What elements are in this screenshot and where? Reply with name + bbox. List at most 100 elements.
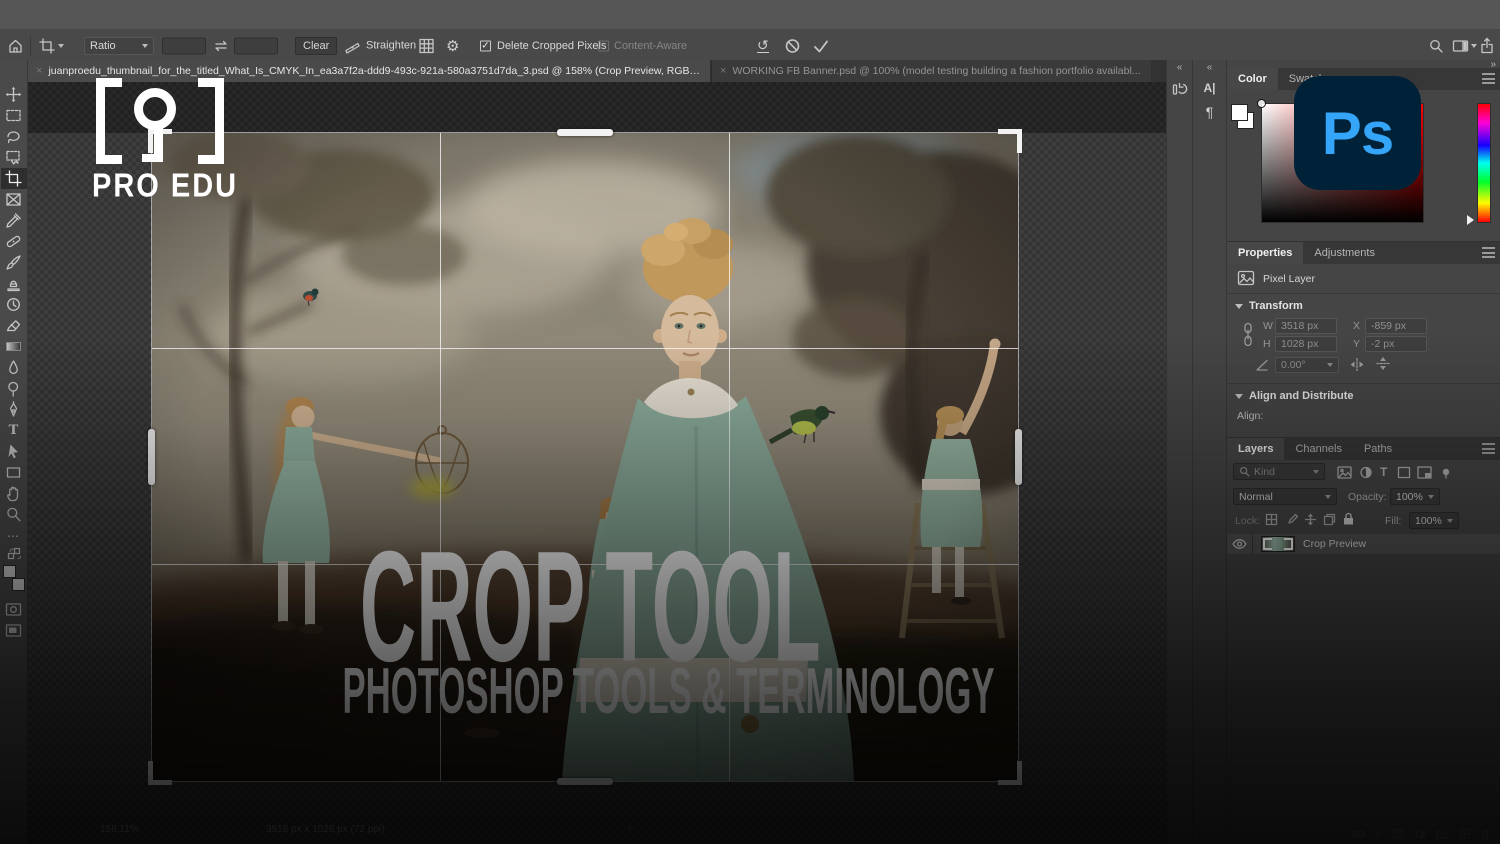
edit-toolbar-button[interactable]: ⋯ <box>1 525 27 546</box>
hand-tool[interactable] <box>1 483 27 504</box>
crop-overlay-options-icon[interactable] <box>418 37 435 54</box>
search-icon[interactable] <box>1428 38 1444 54</box>
flip-vertical-icon[interactable] <box>1375 355 1391 372</box>
width-input[interactable]: 3518 px <box>1275 318 1337 334</box>
close-icon[interactable]: × <box>36 65 42 77</box>
expand-panel-chevron-icon[interactable]: « <box>1193 60 1226 76</box>
filter-smart-object-icon[interactable] <box>1417 466 1432 479</box>
marquee-tool[interactable] <box>1 105 27 126</box>
lock-transparency-icon[interactable] <box>1265 513 1278 526</box>
crop-handle-bottom-right[interactable] <box>998 761 1022 785</box>
ratio-select[interactable]: Ratio <box>84 37 154 55</box>
foreground-background-swatches[interactable] <box>3 565 25 591</box>
add-adjustment-icon[interactable] <box>1415 829 1426 840</box>
rectangle-tool[interactable] <box>1 462 27 483</box>
layer-name[interactable]: Crop Preview <box>1303 538 1366 550</box>
crop-handle-bottom[interactable] <box>557 778 613 785</box>
hue-slider-arrow[interactable] <box>1467 215 1474 225</box>
lock-pixels-icon[interactable] <box>1285 513 1298 526</box>
history-brush-tool[interactable] <box>1 294 27 315</box>
layer-thumbnail[interactable] <box>1261 536 1295 552</box>
align-distribute-section-header[interactable]: Align and Distribute <box>1235 390 1354 402</box>
flip-horizontal-icon[interactable] <box>1349 357 1365 372</box>
tab-paths[interactable]: Paths <box>1353 438 1403 460</box>
commit-crop-icon[interactable] <box>812 38 830 54</box>
crop-width-input[interactable] <box>162 37 206 54</box>
fill-select[interactable]: 100% <box>1409 512 1459 529</box>
screen-mode-button[interactable] <box>1 620 27 641</box>
tab-color[interactable]: Color <box>1227 68 1278 90</box>
crop-tool-preset-button[interactable] <box>39 38 64 54</box>
content-aware-checkbox[interactable] <box>598 40 609 51</box>
crop-box[interactable]: CROP TOOL PHOTOSHOP TOOLS & TERMINOLOGY <box>152 133 1018 781</box>
frame-tool[interactable] <box>1 189 27 210</box>
object-selection-tool[interactable] <box>1 147 27 168</box>
new-layer-icon[interactable] <box>1459 829 1470 840</box>
lock-position-icon[interactable] <box>1304 513 1317 526</box>
dodge-tool[interactable] <box>1 378 27 399</box>
x-input[interactable]: -859 px <box>1365 318 1427 334</box>
close-icon[interactable]: × <box>720 65 726 77</box>
blur-tool[interactable] <box>1 357 27 378</box>
clear-button[interactable]: Clear <box>295 37 337 55</box>
filter-pixel-layers-icon[interactable] <box>1337 466 1352 479</box>
link-dimensions-icon[interactable] <box>1242 322 1254 348</box>
new-group-icon[interactable] <box>1436 829 1449 840</box>
tab-adjustments[interactable]: Adjustments <box>1303 242 1386 264</box>
background-color-swatch[interactable] <box>12 578 25 591</box>
layer-row-crop-preview[interactable]: Crop Preview <box>1227 534 1500 554</box>
eyedropper-tool[interactable] <box>1 210 27 231</box>
panel-menu-icon[interactable] <box>1482 443 1495 454</box>
swap-dimensions-icon[interactable] <box>213 39 229 53</box>
crop-handle-top[interactable] <box>557 129 613 136</box>
tab-properties[interactable]: Properties <box>1227 242 1303 264</box>
lock-artboard-icon[interactable] <box>1323 513 1336 526</box>
filter-type-layers-icon[interactable]: T <box>1380 465 1387 479</box>
filter-adjustment-layers-icon[interactable] <box>1359 466 1373 479</box>
straighten-button[interactable]: Straighten <box>344 38 416 53</box>
hue-strip[interactable] <box>1477 103 1491 223</box>
eraser-tool[interactable] <box>1 315 27 336</box>
layer-effects-icon[interactable]: fx <box>1375 829 1382 840</box>
foreground-color-swatch[interactable] <box>3 565 16 578</box>
crop-handle-left[interactable] <box>148 429 155 485</box>
link-layers-icon[interactable] <box>1351 829 1365 840</box>
lasso-tool[interactable] <box>1 126 27 147</box>
paragraph-panel-button[interactable]: ¶ <box>1193 100 1226 124</box>
expand-panel-chevron-icon[interactable]: « <box>1167 60 1192 76</box>
zoom-level-status[interactable]: 158.11% <box>100 824 139 835</box>
crop-handle-right[interactable] <box>1015 429 1022 485</box>
share-icon[interactable] <box>1479 37 1495 54</box>
home-icon[interactable] <box>7 37 24 54</box>
workspace-chevron-icon[interactable] <box>1471 44 1477 48</box>
filter-shape-layers-icon[interactable] <box>1397 466 1411 479</box>
tab-channels[interactable]: Channels <box>1284 438 1352 460</box>
reset-crop-icon[interactable]: ↺ <box>757 39 769 53</box>
history-panel-button[interactable] <box>1167 76 1192 100</box>
color-panel-foreground-swatch[interactable] <box>1231 104 1248 121</box>
document-tab-inactive[interactable]: × WORKING FB Banner.psd @ 100% (model te… <box>711 60 1151 82</box>
crop-handle-bottom-left[interactable] <box>148 761 172 785</box>
pen-tool[interactable] <box>1 399 27 420</box>
height-input[interactable]: 1028 px <box>1275 336 1337 352</box>
transform-section-header[interactable]: Transform <box>1235 300 1303 312</box>
path-selection-tool[interactable] <box>1 441 27 462</box>
move-tool[interactable] <box>1 84 27 105</box>
status-chevron-icon[interactable]: › <box>628 823 631 834</box>
layer-visibility-toggle[interactable] <box>1227 534 1253 554</box>
panel-menu-icon[interactable] <box>1482 73 1495 84</box>
swap-colors-button[interactable] <box>1 546 27 561</box>
tab-layers[interactable]: Layers <box>1227 438 1284 460</box>
gradient-tool[interactable] <box>1 336 27 357</box>
delete-layer-icon[interactable] <box>1480 829 1491 840</box>
panel-menu-icon[interactable] <box>1482 247 1495 258</box>
angle-input[interactable]: 0.00° <box>1275 357 1339 373</box>
crop-handle-top-right[interactable] <box>998 129 1022 153</box>
quick-mask-button[interactable] <box>1 599 27 620</box>
layer-filter-select[interactable]: Kind <box>1233 463 1325 480</box>
zoom-tool[interactable] <box>1 504 27 525</box>
delete-cropped-pixels-checkbox[interactable]: ✓ <box>480 40 491 51</box>
color-field-cursor[interactable] <box>1257 99 1266 108</box>
cancel-crop-icon[interactable] <box>784 37 801 54</box>
filter-toggle-icon[interactable] <box>1440 467 1452 479</box>
